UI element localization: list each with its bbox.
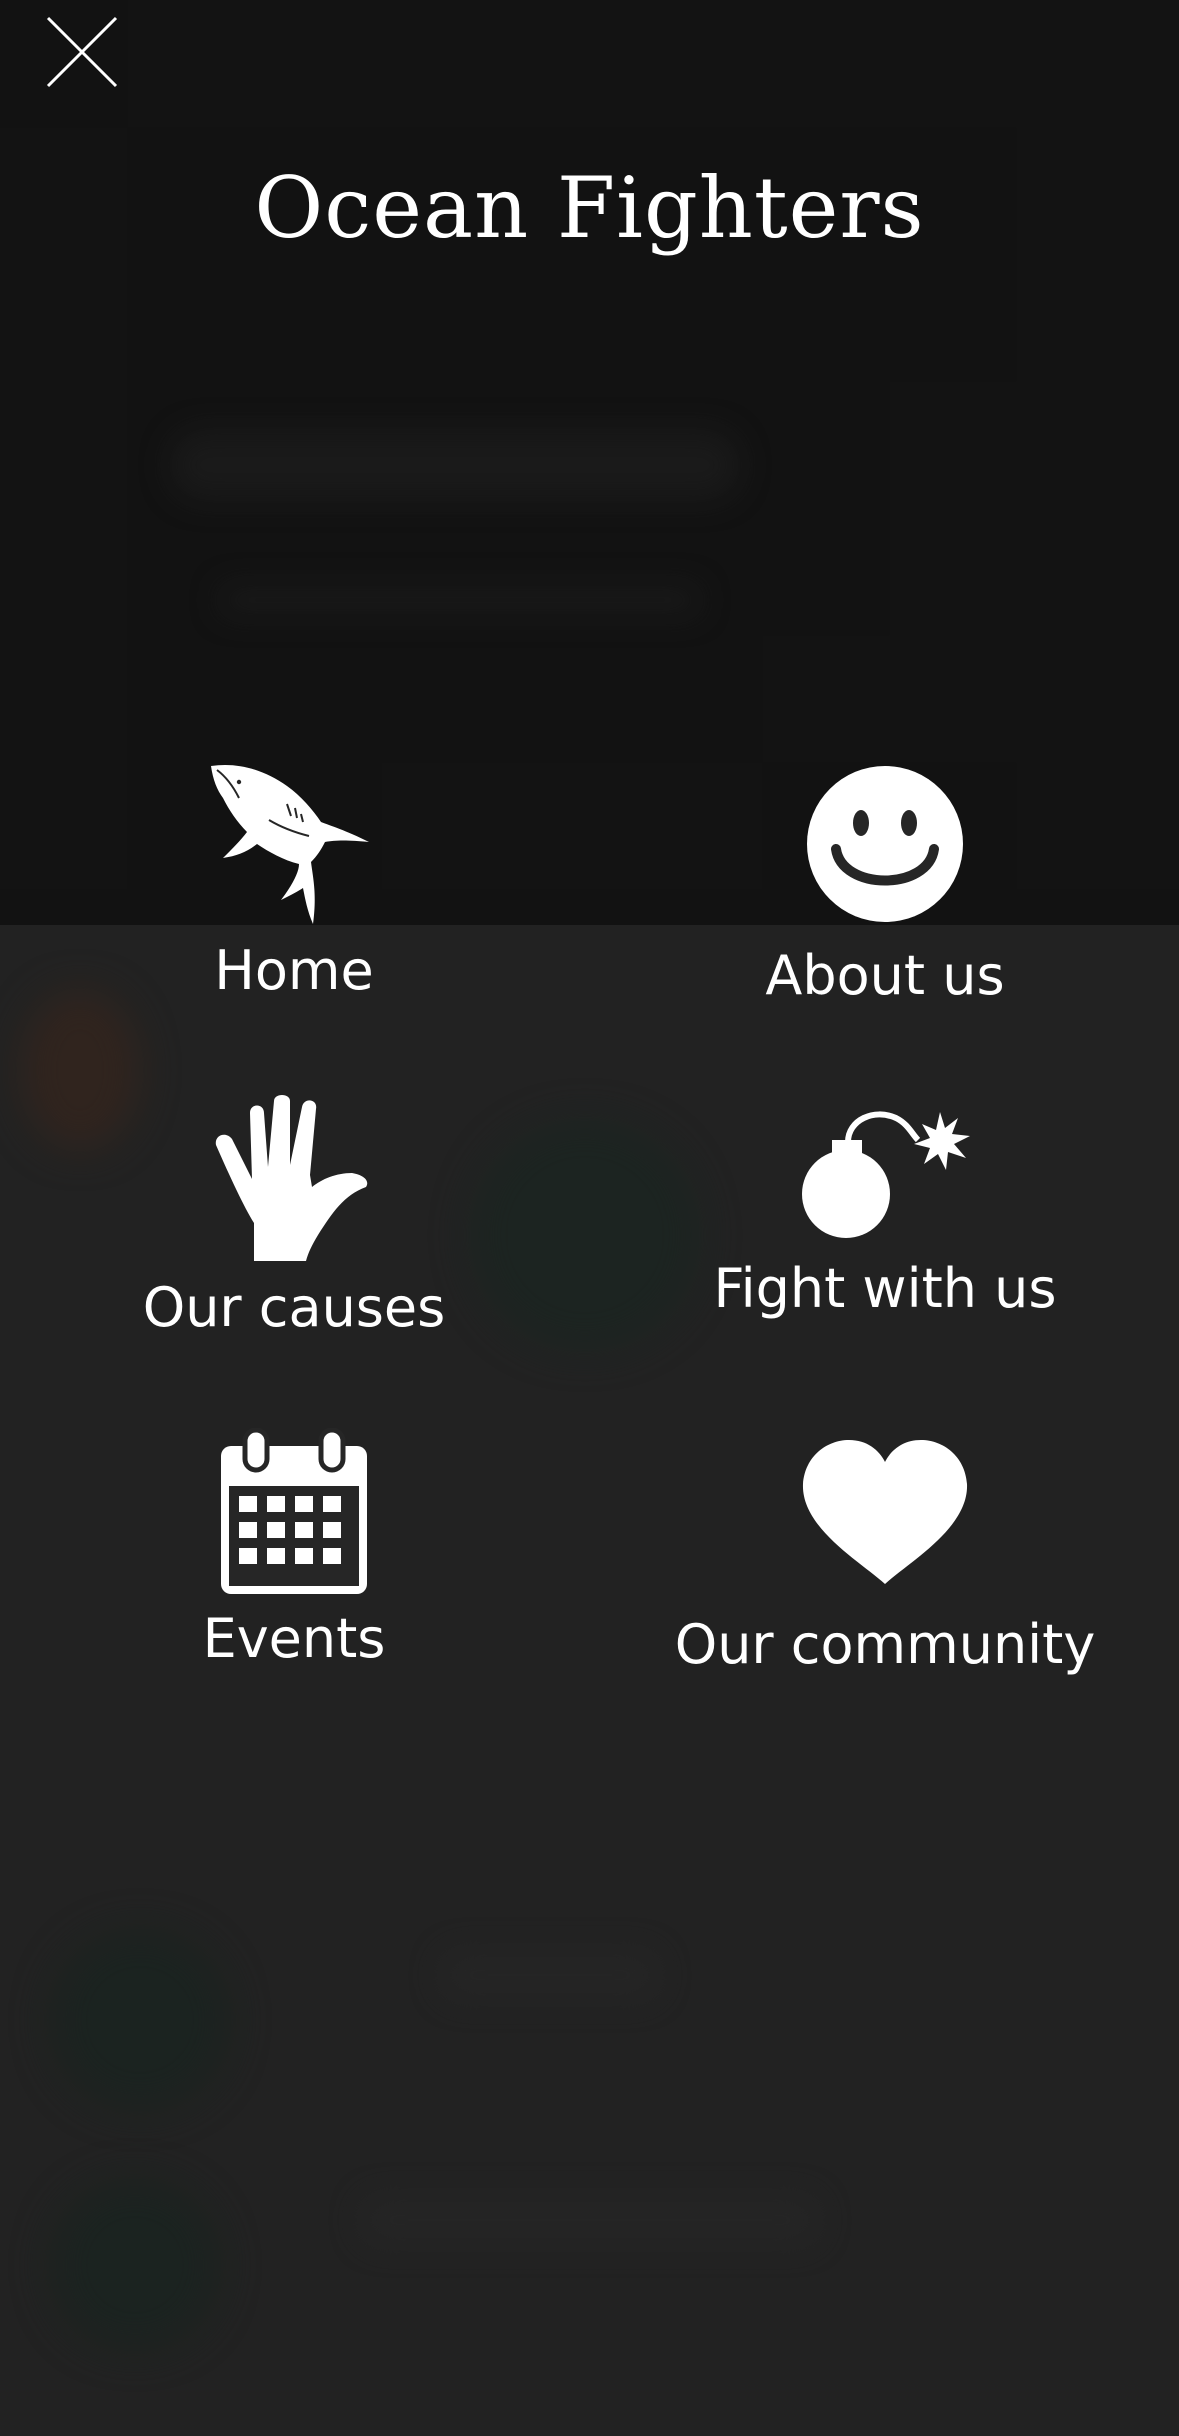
- close-button[interactable]: [38, 8, 126, 96]
- calendar-icon: [221, 1428, 367, 1594]
- menu-item-our-community[interactable]: Our community: [605, 1440, 1165, 1676]
- menu-item-events[interactable]: Events: [14, 1428, 574, 1670]
- menu-label-about-us: About us: [765, 944, 1005, 1007]
- menu-item-our-causes[interactable]: Our causes: [14, 1095, 574, 1339]
- close-icon: [46, 16, 118, 88]
- menu-item-fight-with-us[interactable]: Fight with us: [605, 1110, 1165, 1320]
- menu-label-fight-with-us: Fight with us: [713, 1257, 1057, 1320]
- smiley-icon: [807, 766, 963, 922]
- hand-icon: [215, 1095, 368, 1261]
- menu-label-events: Events: [202, 1607, 386, 1670]
- heart-icon: [802, 1440, 968, 1584]
- bomb-icon: [802, 1111, 970, 1238]
- menu-screen: Ocean Fighters Home About us Our causes: [0, 0, 1179, 2436]
- site-title: Ocean Fighters: [254, 159, 925, 257]
- shark-icon: [211, 764, 369, 924]
- menu-item-home[interactable]: Home: [14, 760, 574, 1002]
- menu-label-our-causes: Our causes: [142, 1276, 446, 1339]
- menu-item-about-us[interactable]: About us: [605, 765, 1165, 1007]
- menu-label-our-community: Our community: [674, 1613, 1096, 1676]
- menu-label-home: Home: [214, 939, 374, 1002]
